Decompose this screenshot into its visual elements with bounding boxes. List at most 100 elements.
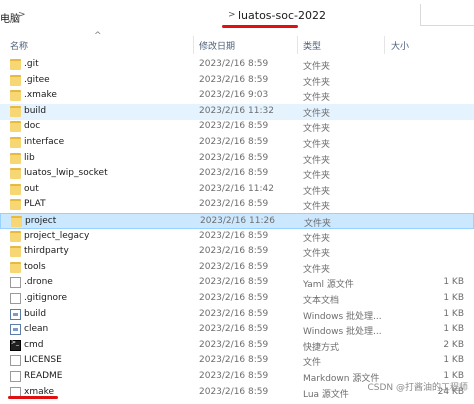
file-name: .gitignore: [24, 293, 68, 303]
file-type: 文件夹: [303, 124, 331, 135]
file-row[interactable]: build 2023/2/16 11:32 文件夹: [0, 103, 474, 120]
file-row[interactable]: .gitee 2023/2/16 8:59 文件夹: [0, 73, 474, 89]
file-type: 快捷方式: [303, 342, 340, 353]
sort-ascending-icon[interactable]: ^: [94, 31, 102, 41]
folder-icon: [10, 121, 21, 133]
file-row[interactable]: luatos_lwip_socket 2023/2/16 8:59 文件夹: [0, 166, 474, 182]
file-row[interactable]: cmd 2023/2/16 8:59 快捷方式 2 KB: [0, 338, 474, 354]
folder-icon: [10, 246, 21, 258]
column-divider[interactable]: [193, 36, 194, 54]
address-bar[interactable]: 电脑 > > luatos-soc-2022: [0, 0, 474, 30]
file-date: 2023/2/16 8:59: [199, 261, 269, 272]
file-size: 1 KB: [443, 355, 464, 366]
file-row[interactable]: project_legacy 2023/2/16 8:59 文件夹: [0, 229, 474, 245]
column-header-name[interactable]: 名称: [10, 39, 28, 52]
column-header-date[interactable]: 修改日期: [199, 39, 235, 52]
file-name: luatos_lwip_socket: [24, 168, 108, 179]
file-icon: [10, 355, 21, 367]
column-divider[interactable]: [297, 36, 298, 54]
file-type: 文件: [303, 358, 322, 369]
file-type: Windows 批处理...: [303, 327, 382, 338]
file-type: 文件夹: [303, 140, 331, 150]
file-date: 2023/2/16 8:59: [199, 246, 269, 257]
file-date: 2023/2/16 8:59: [199, 355, 269, 366]
file-name: LICENSE: [24, 355, 62, 366]
folder-icon: [10, 168, 21, 180]
folder-icon: [10, 230, 21, 242]
file-date: 2023/2/16 8:59: [199, 59, 269, 69]
file-row[interactable]: .drone 2023/2/16 8:59 Yaml 源文件 1 KB: [0, 275, 474, 291]
column-header-type[interactable]: 类型: [303, 39, 321, 52]
file-size: 1 KB: [443, 324, 464, 335]
file-date: 2023/2/16 11:42: [199, 183, 274, 194]
file-size: 2 KB: [443, 339, 464, 350]
file-row[interactable]: tools 2023/2/16 8:59 文件夹: [0, 260, 474, 276]
folder-icon: [10, 74, 21, 86]
file-row[interactable]: clean 2023/2/16 8:59 Windows 批处理... 1 KB: [0, 322, 474, 338]
file-row[interactable]: LICENSE 2023/2/16 8:59 文件 1 KB: [0, 353, 474, 369]
column-header: ^ 名称 修改日期 类型 大小: [0, 31, 474, 54]
file-name: thirdparty: [24, 246, 69, 257]
file-type: 文件夹: [303, 186, 331, 197]
file-name: tools: [24, 261, 46, 272]
file-date: 2023/2/16 8:59: [199, 386, 269, 397]
file-row[interactable]: .gitignore 2023/2/16 8:59 文本文档 1 KB: [0, 291, 474, 307]
watermark: CSDN @打酱油的工程师: [367, 383, 468, 393]
file-date: 2023/2/16 8:59: [199, 324, 269, 335]
file-row[interactable]: .git 2023/2/16 8:59 文件夹: [0, 57, 474, 73]
search-box[interactable]: [420, 4, 474, 26]
annotation-underline: [8, 396, 58, 399]
file-type: 文件夹: [304, 219, 332, 229]
folder-icon: [10, 261, 21, 273]
file-name: build: [24, 308, 47, 319]
batch-file-icon: [10, 324, 21, 336]
file-row[interactable]: out 2023/2/16 11:42 文件夹: [0, 182, 474, 198]
folder-icon: [10, 152, 21, 164]
file-row[interactable]: project 2023/2/16 11:26 文件夹: [0, 213, 474, 229]
file-name: doc: [24, 121, 41, 132]
file-name: build: [24, 105, 47, 116]
file-date: 2023/2/16 8:59: [199, 277, 269, 288]
file-row[interactable]: doc 2023/2/16 8:59 文件夹: [0, 119, 474, 135]
file-name: project: [25, 216, 57, 226]
chevron-right-icon[interactable]: >: [228, 10, 236, 20]
file-name: cmd: [24, 339, 44, 350]
file-row[interactable]: interface 2023/2/16 8:59 文件夹: [0, 135, 474, 151]
file-row[interactable]: PLAT 2023/2/16 8:59 文件夹: [0, 197, 474, 213]
file-name: .git: [24, 59, 39, 69]
file-row[interactable]: thirdparty 2023/2/16 8:59 文件夹: [0, 244, 474, 260]
file-name: PLAT: [24, 199, 46, 210]
file-type: 文件夹: [303, 202, 331, 213]
chevron-right-icon[interactable]: >: [18, 10, 26, 20]
file-size: 1 KB: [443, 293, 464, 303]
file-icon: [10, 371, 21, 382]
file-date: 2023/2/16 8:59: [199, 308, 269, 319]
file-row[interactable]: lib 2023/2/16 8:59 文件夹: [0, 151, 474, 167]
breadcrumb-parent[interactable]: 电脑: [0, 10, 20, 25]
file-date: 2023/2/16 8:59: [199, 339, 269, 350]
cmd-shortcut-icon: [10, 339, 21, 351]
file-type: 文件夹: [303, 171, 331, 182]
annotation-underline: [222, 25, 298, 28]
column-header-size[interactable]: 大小: [391, 39, 409, 52]
file-icon: [10, 293, 21, 304]
file-name: .xmake: [24, 90, 57, 101]
file-type: 文件夹: [303, 264, 331, 275]
file-name: .drone: [24, 277, 53, 288]
folder-icon: [10, 59, 21, 70]
file-date: 2023/2/16 8:59: [199, 199, 269, 210]
file-date: 2023/2/16 8:59: [199, 74, 269, 85]
column-divider[interactable]: [384, 36, 385, 54]
file-name: project_legacy: [24, 230, 90, 241]
file-type: 文件夹: [303, 233, 331, 244]
file-type: 文件夹: [303, 62, 331, 72]
file-type: 文件夹: [303, 93, 331, 104]
file-date: 2023/2/16 11:26: [200, 216, 275, 226]
file-type: 文本文档: [303, 296, 340, 306]
file-type: Lua 源文件: [303, 389, 349, 400]
file-name: .gitee: [24, 74, 50, 85]
file-row[interactable]: build 2023/2/16 8:59 Windows 批处理... 1 KB: [0, 307, 474, 323]
file-row[interactable]: .xmake 2023/2/16 9:03 文件夹: [0, 88, 474, 104]
file-type: Yaml 源文件: [303, 280, 354, 291]
breadcrumb-current-folder[interactable]: luatos-soc-2022: [238, 9, 326, 22]
